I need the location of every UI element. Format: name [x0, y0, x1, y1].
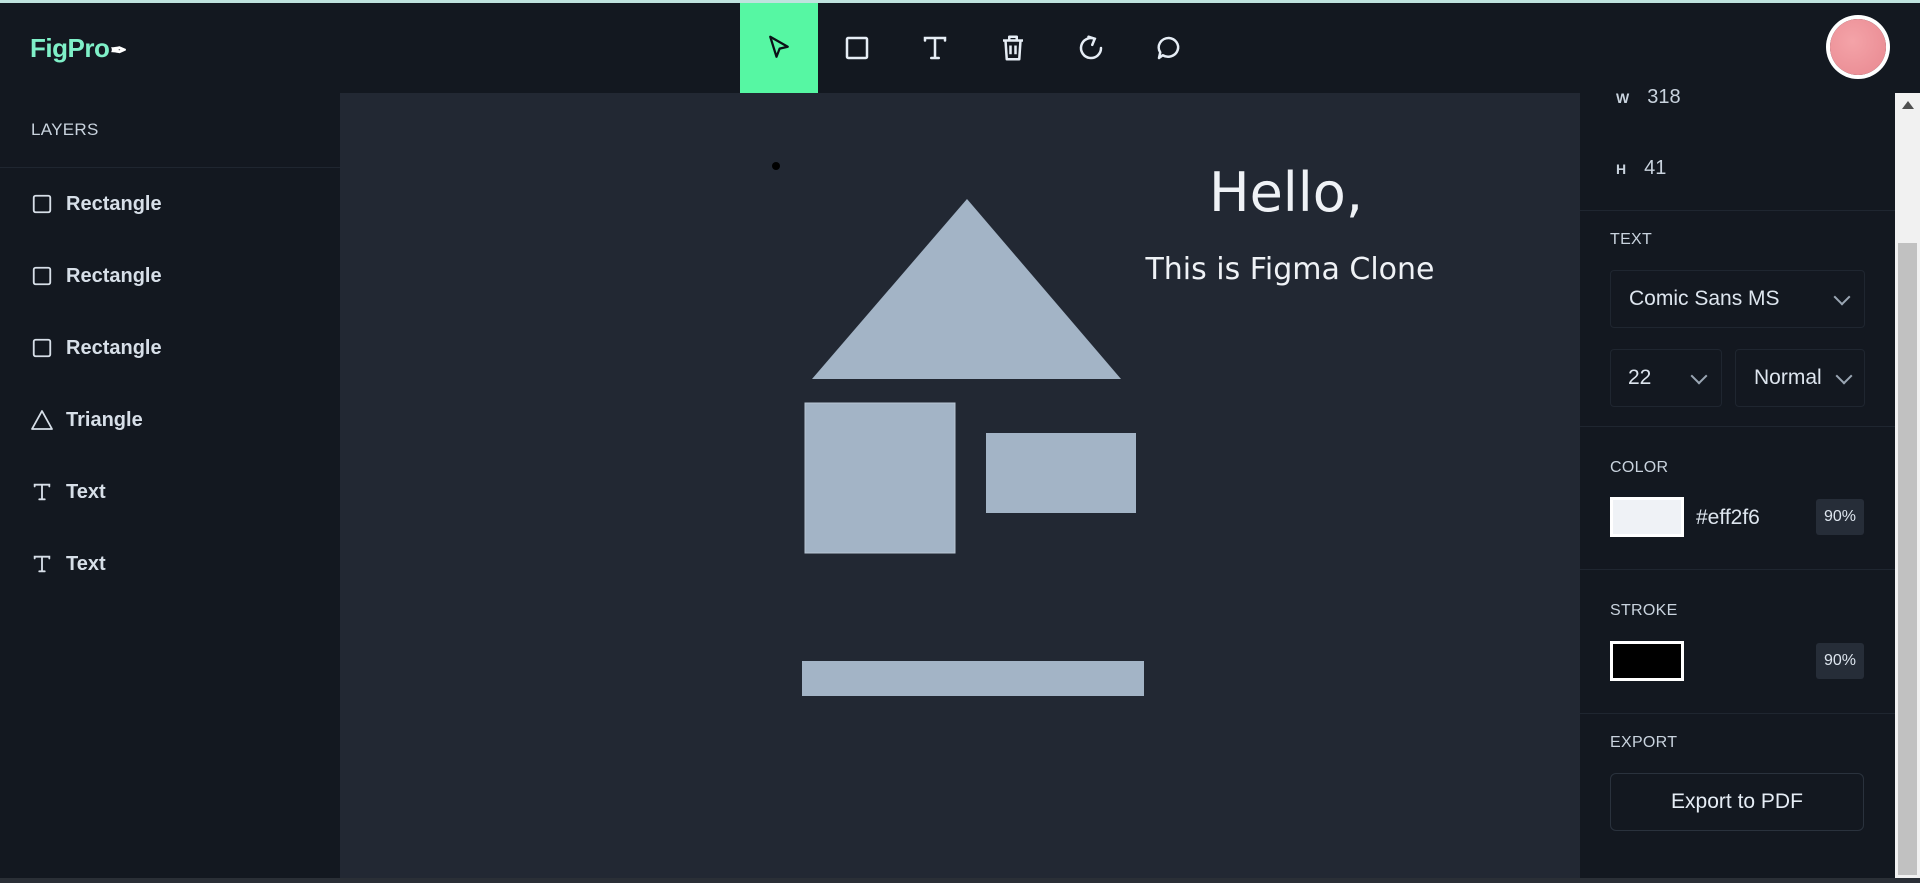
toolbar: [740, 3, 1208, 93]
cursor-dot: [772, 162, 780, 170]
logo-text: FigPro: [30, 33, 110, 63]
layer-item-rectangle[interactable]: Rectangle: [0, 168, 340, 240]
rectangle-tool-button[interactable]: [818, 3, 896, 93]
stroke-opacity[interactable]: 90%: [1816, 643, 1864, 679]
reset-tool-button[interactable]: [1052, 3, 1130, 93]
layer-label: Triangle: [66, 408, 143, 431]
divider: [1580, 569, 1895, 570]
height-label: H: [1616, 160, 1627, 177]
trash-icon: [1003, 35, 1023, 61]
comment-tool-button[interactable]: [1130, 3, 1208, 93]
fill-color-swatch[interactable]: [1610, 497, 1684, 537]
color-section-title: COLOR: [1610, 459, 1669, 476]
panel-scrollbar[interactable]: [1895, 93, 1920, 878]
design-canvas[interactable]: Hello, This is Figma Clone: [340, 93, 1580, 878]
layer-label: Text: [66, 480, 106, 503]
navbar: FigPro✒: [0, 3, 1920, 93]
width-field[interactable]: W 318: [1616, 86, 1681, 109]
text-section-title: TEXT: [1610, 231, 1653, 248]
layer-label: Text: [66, 552, 106, 575]
layer-item-rectangle[interactable]: Rectangle: [0, 240, 340, 312]
rectangle-icon: [30, 336, 54, 360]
triangle-icon: [30, 408, 54, 432]
fill-color-hex[interactable]: #eff2f6: [1696, 506, 1760, 530]
layer-item-triangle[interactable]: Triangle: [0, 384, 340, 456]
fill-opacity[interactable]: 90%: [1816, 499, 1864, 535]
window-bottom-border: [0, 878, 1920, 883]
chevron-down-icon: [1835, 367, 1853, 385]
divider: [1580, 210, 1895, 211]
triangle-shape[interactable]: [812, 199, 1121, 379]
stroke-color-swatch[interactable]: [1610, 641, 1684, 681]
canvas-text-subtitle[interactable]: This is Figma Clone: [1144, 252, 1434, 287]
rectangle-shape-bar[interactable]: [802, 661, 1144, 696]
width-label: W: [1616, 89, 1630, 106]
font-weight-select[interactable]: Normal: [1735, 349, 1865, 407]
export-pdf-button[interactable]: Export to PDF: [1610, 773, 1864, 831]
height-value: 41: [1644, 157, 1667, 179]
layer-label: Rectangle: [66, 264, 162, 287]
layers-sidebar: LAYERS Rectangle Rectangle Rectangle Tri…: [0, 93, 340, 883]
canvas-text-hello[interactable]: Hello,: [1209, 161, 1363, 224]
properties-panel: W 318 H 41 TEXT Comic Sans MS 22 Normal CO…: [1580, 86, 1895, 878]
stroke-section-title: STROKE: [1610, 602, 1678, 619]
text-tool-button[interactable]: [896, 3, 974, 93]
export-section-title: EXPORT: [1610, 734, 1678, 751]
divider: [1580, 713, 1895, 714]
delete-tool-button[interactable]: [974, 3, 1052, 93]
rectangle-icon: [30, 192, 54, 216]
pen-icon: ✒: [110, 40, 127, 62]
text-icon: [30, 552, 54, 576]
layer-label: Rectangle: [66, 192, 162, 215]
height-field[interactable]: H 41: [1616, 157, 1666, 180]
cursor-icon: [769, 35, 789, 58]
scroll-up-arrow-icon[interactable]: [1902, 101, 1914, 109]
rectangle-icon: [30, 264, 54, 288]
text-icon: [923, 36, 947, 60]
layer-item-text[interactable]: Text: [0, 528, 340, 600]
font-size-select[interactable]: 22: [1610, 349, 1722, 407]
scrollbar-thumb[interactable]: [1898, 243, 1917, 875]
layer-item-text[interactable]: Text: [0, 456, 340, 528]
text-icon: [30, 480, 54, 504]
layer-item-rectangle[interactable]: Rectangle: [0, 312, 340, 384]
layer-label: Rectangle: [66, 336, 162, 359]
width-value: 318: [1647, 86, 1681, 108]
user-avatar[interactable]: [1830, 19, 1886, 75]
select-tool-button[interactable]: [740, 3, 818, 93]
font-family-value: Comic Sans MS: [1629, 287, 1780, 310]
app-logo[interactable]: FigPro✒: [30, 33, 127, 64]
rectangle-shape-square[interactable]: [804, 402, 956, 554]
chevron-down-icon: [1690, 367, 1708, 385]
font-family-select[interactable]: Comic Sans MS: [1610, 270, 1865, 328]
rectangle-shape-wide[interactable]: [986, 433, 1136, 513]
divider: [1580, 426, 1895, 427]
rectangle-icon: [845, 36, 869, 60]
font-size-value: 22: [1628, 366, 1652, 389]
font-weight-value: Normal: [1754, 366, 1822, 389]
comment-icon: [1157, 36, 1180, 60]
chevron-down-icon: [1833, 288, 1851, 306]
reset-icon: [1079, 35, 1103, 60]
layers-title: LAYERS: [0, 93, 340, 168]
